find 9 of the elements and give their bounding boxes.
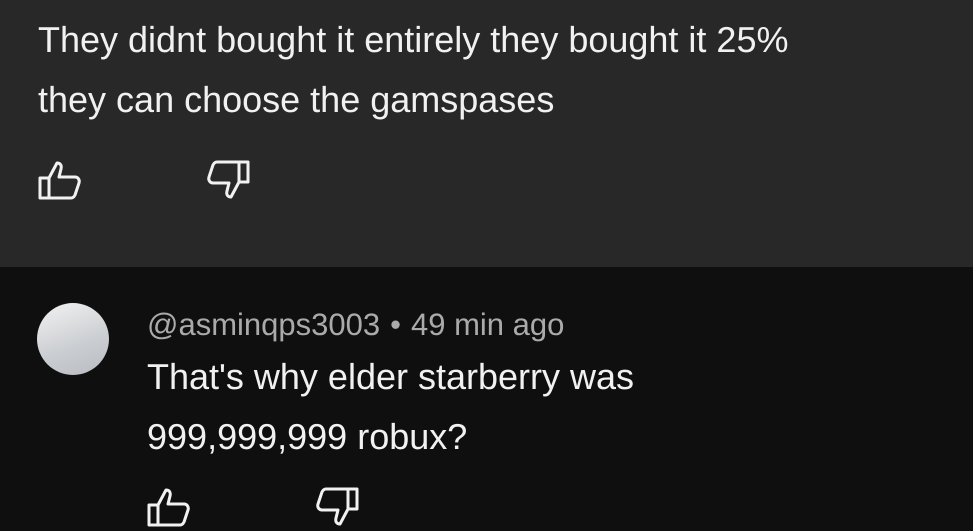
dislike-icon[interactable] <box>315 487 359 527</box>
dislike-icon[interactable] <box>206 160 250 200</box>
comment-text: That's why elder starberry was 999,999,999 robux? <box>147 355 636 459</box>
separator-dot: • <box>390 307 401 343</box>
like-icon[interactable] <box>147 487 191 527</box>
comment-time: 49 min ago <box>410 307 564 343</box>
comment-text: They didnt bought it entirely they bought it 25% they can choose the gamspases <box>38 18 790 122</box>
comment-author[interactable]: @asminqps3003 <box>147 307 380 343</box>
like-icon[interactable] <box>38 160 82 200</box>
